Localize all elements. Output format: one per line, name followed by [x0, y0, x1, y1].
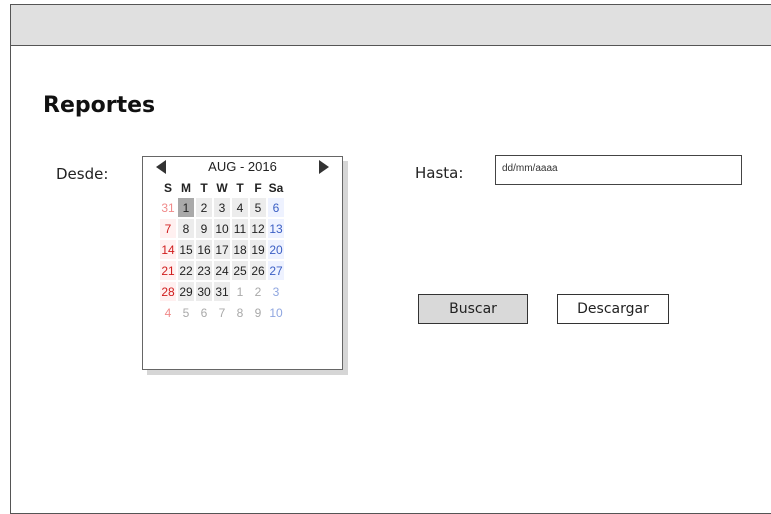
from-label: Desde: [56, 165, 109, 183]
weekday-label: Sa [268, 181, 284, 195]
calendar-day[interactable]: 4 [160, 303, 176, 322]
weekday-label: T [200, 181, 208, 195]
calendar-day[interactable]: 10 [268, 303, 284, 322]
calendar-day[interactable]: 13 [268, 219, 284, 238]
calendar-day[interactable]: 31 [160, 198, 176, 217]
calendar-day[interactable]: 21 [160, 261, 176, 280]
calendar-day[interactable]: 3 [268, 282, 284, 301]
calendar-day[interactable]: 17 [214, 240, 230, 259]
to-label: Hasta: [415, 164, 464, 182]
calendar-day[interactable]: 5 [178, 303, 194, 322]
calendar-day[interactable]: 25 [232, 261, 248, 280]
calendar-header: AUG - 2016 [143, 157, 342, 177]
calendar-day[interactable]: 12 [250, 219, 266, 238]
calendar-day[interactable]: 27 [268, 261, 284, 280]
calendar-day[interactable]: 20 [268, 240, 284, 259]
calendar-week: 7 8 9 10 11 12 13 [160, 219, 284, 238]
top-bar [11, 5, 771, 46]
calendar-day[interactable]: 9 [250, 303, 266, 322]
from-date-calendar[interactable]: AUG - 2016 S M T W T F Sa 31 1 2 3 4 5 6… [142, 156, 343, 370]
calendar-grid: S M T W T F Sa 31 1 2 3 4 5 6 7 8 9 10 1… [158, 178, 286, 324]
calendar-day[interactable]: 7 [214, 303, 230, 322]
calendar-day[interactable]: 10 [214, 219, 230, 238]
calendar-day[interactable]: 19 [250, 240, 266, 259]
calendar-day[interactable]: 18 [232, 240, 248, 259]
calendar-day[interactable]: 6 [196, 303, 212, 322]
weekday-label: F [254, 181, 262, 195]
calendar-week: 21 22 23 24 25 26 27 [160, 261, 284, 280]
calendar-day[interactable]: 3 [214, 198, 230, 217]
calendar-week: 31 1 2 3 4 5 6 [160, 198, 284, 217]
to-date-input[interactable]: dd/mm/aaaa [495, 155, 742, 185]
calendar-week: 28 29 30 31 1 2 3 [160, 282, 284, 301]
page-title: Reportes [43, 93, 156, 118]
calendar-day-selected[interactable]: 1 [178, 198, 194, 217]
calendar-day[interactable]: 4 [232, 198, 248, 217]
weekday-row: S M T W T F Sa [160, 180, 284, 196]
calendar-day[interactable]: 29 [178, 282, 194, 301]
calendar-day[interactable]: 5 [250, 198, 266, 217]
weekday-label: T [236, 181, 244, 195]
calendar-day[interactable]: 26 [250, 261, 266, 280]
calendar-week: 14 15 16 17 18 19 20 [160, 240, 284, 259]
calendar-day[interactable]: 15 [178, 240, 194, 259]
calendar-day[interactable]: 11 [232, 219, 248, 238]
calendar-day[interactable]: 8 [178, 219, 194, 238]
calendar-day[interactable]: 9 [196, 219, 212, 238]
weekday-label: S [163, 181, 172, 195]
calendar-day[interactable]: 14 [160, 240, 176, 259]
calendar-day[interactable]: 7 [160, 219, 176, 238]
calendar-day[interactable]: 30 [196, 282, 212, 301]
weekday-label: W [216, 181, 228, 195]
calendar-week: 4 5 6 7 8 9 10 [160, 303, 284, 322]
calendar-day[interactable]: 1 [232, 282, 248, 301]
calendar-day[interactable]: 6 [268, 198, 284, 217]
calendar-day[interactable]: 31 [214, 282, 230, 301]
calendar-day[interactable]: 23 [196, 261, 212, 280]
calendar-day[interactable]: 22 [178, 261, 194, 280]
calendar-day[interactable]: 28 [160, 282, 176, 301]
calendar-day[interactable]: 2 [250, 282, 266, 301]
weekday-label: M [181, 181, 191, 195]
calendar-day[interactable]: 16 [196, 240, 212, 259]
download-button[interactable]: Descargar [557, 294, 669, 324]
next-month-icon[interactable] [319, 160, 329, 174]
calendar-day[interactable]: 24 [214, 261, 230, 280]
search-button[interactable]: Buscar [418, 294, 528, 324]
calendar-month-label: AUG - 2016 [208, 159, 277, 174]
calendar-day[interactable]: 8 [232, 303, 248, 322]
app-window: Reportes Desde: AUG - 2016 S M T W T F S… [10, 4, 771, 514]
calendar-day[interactable]: 2 [196, 198, 212, 217]
